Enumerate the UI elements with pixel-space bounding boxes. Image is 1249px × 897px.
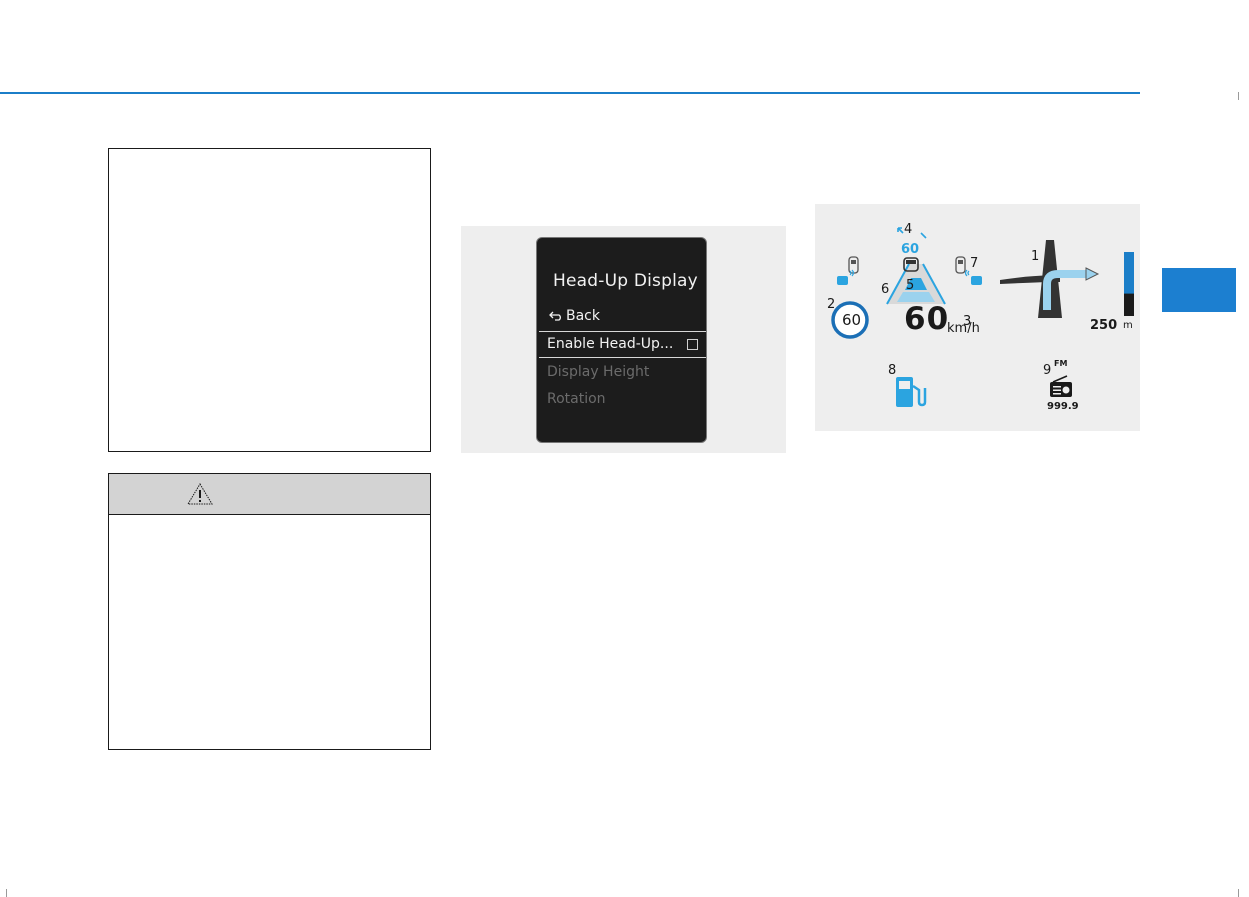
rotation-menu-item[interactable]: Rotation xyxy=(547,391,606,407)
current-speed: 60 xyxy=(904,301,950,337)
chapter-tab xyxy=(1162,268,1236,312)
note-box xyxy=(108,148,431,452)
fuel-pump-icon xyxy=(896,377,927,407)
enable-hud-label: Enable Head-Up... xyxy=(547,336,674,352)
enable-hud-menu-item[interactable]: Enable Head-Up... xyxy=(539,331,706,358)
callout-5: 5 xyxy=(906,278,915,293)
set-speed: 60 xyxy=(901,242,920,257)
header-rule xyxy=(0,92,1140,94)
blind-spot-right-icon xyxy=(955,256,982,285)
enable-hud-checkbox[interactable] xyxy=(687,339,698,350)
turn-arrow-icon xyxy=(1000,240,1100,318)
warning-triangle-icon xyxy=(187,483,213,505)
radio-icon xyxy=(1050,375,1072,397)
callout-8: 8 xyxy=(888,363,897,378)
display-height-menu-item[interactable]: Display Height xyxy=(547,364,649,380)
speed-limit-value: 60 xyxy=(842,311,862,329)
callout-9: 9 xyxy=(1043,363,1052,378)
lcd-title: Head-Up Display xyxy=(553,271,698,291)
back-menu-item[interactable]: Back xyxy=(549,308,600,324)
distance-unit: m xyxy=(1123,320,1133,331)
callout-6: 6 xyxy=(881,282,890,297)
car-icon xyxy=(903,257,919,272)
callout-7: 7 xyxy=(970,256,979,271)
callout-2: 2 xyxy=(827,297,836,312)
warning-box xyxy=(108,473,431,750)
back-label: Back xyxy=(566,308,600,324)
callout-4: 4 xyxy=(904,222,913,237)
radio-frequency: 999.9 xyxy=(1047,401,1079,412)
crop-mark xyxy=(1238,889,1239,897)
crop-mark xyxy=(6,889,7,897)
lcd-menu-figure: Head-Up Display Back Enable Head-Up... D… xyxy=(461,226,786,453)
hud-display-figure: 60 60 60 km/h 250 m FM 999.9 1 2 3 4 5 6 xyxy=(815,204,1140,431)
back-arrow-icon xyxy=(549,311,561,321)
distance-bar xyxy=(1124,252,1134,316)
radio-band: FM xyxy=(1054,359,1068,368)
warning-header xyxy=(109,474,430,515)
distance-value: 250 xyxy=(1090,318,1118,333)
crop-mark xyxy=(1238,92,1239,100)
lcd-screen: Head-Up Display Back Enable Head-Up... D… xyxy=(536,237,707,443)
blind-spot-left-icon xyxy=(837,256,859,285)
callout-3: 3 xyxy=(963,314,972,329)
callout-1: 1 xyxy=(1031,249,1040,264)
